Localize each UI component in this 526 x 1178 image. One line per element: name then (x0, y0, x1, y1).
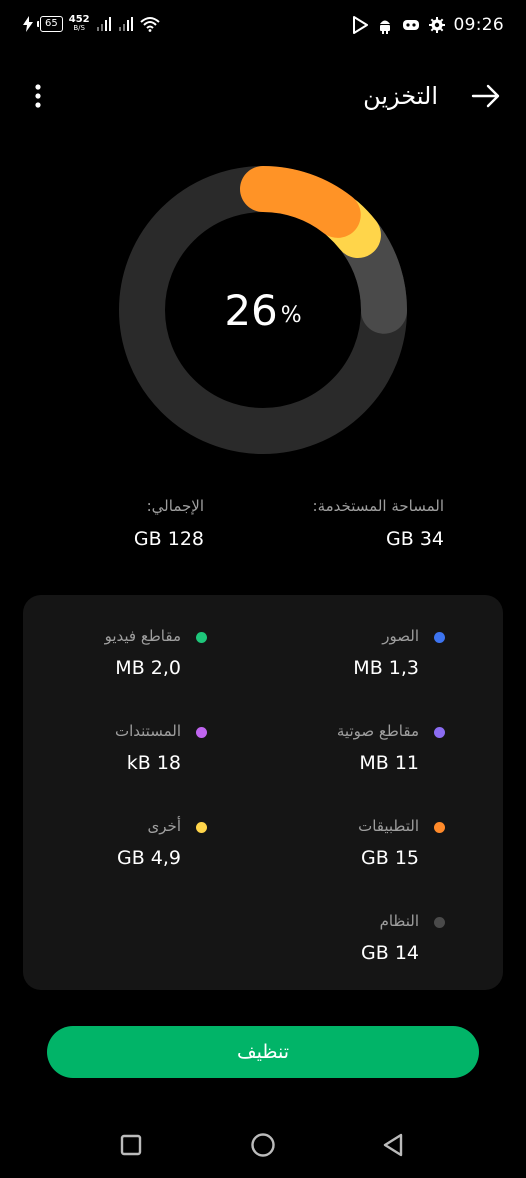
app-header: التخزين (0, 70, 526, 122)
net-speed: 452 B/S (69, 15, 90, 33)
category-color-dot (196, 632, 207, 643)
battery-icon: 65 (37, 16, 63, 32)
signal-icon (118, 16, 134, 32)
home-circle-icon (251, 1133, 275, 1157)
category-color-dot (196, 822, 207, 833)
back-triangle-icon (383, 1133, 403, 1157)
signal-icon (96, 16, 112, 32)
more-vertical-icon (35, 84, 41, 108)
category-other[interactable]: أخرى 4,9 GB (0, 817, 207, 887)
status-bar-left: 65 452 B/S (22, 15, 160, 33)
storage-categories-card: الصور 1,3 MB مقاطع فيديو 2,0 MB مقاطع صو… (23, 595, 503, 990)
usage-percent-value: 26 (224, 285, 278, 335)
clock: 09:26 (453, 15, 504, 35)
recent-apps-button[interactable] (114, 1128, 148, 1162)
charging-bolt-icon (22, 16, 34, 32)
category-value: 4,9 GB (116, 847, 181, 869)
net-speed-unit: B/S (73, 24, 85, 32)
used-space-label: المساحة المستخدمة: (312, 497, 444, 515)
status-bar: 65 452 B/S 09:26 (0, 0, 526, 52)
category-label: مقاطع فيديو (104, 627, 181, 645)
category-label: النظام (379, 912, 419, 930)
battery-level: 65 (45, 18, 58, 29)
usage-percent-sign: % (280, 302, 302, 328)
recent-apps-square-icon (120, 1134, 142, 1156)
category-audio[interactable]: مقاطع صوتية 11 MB (215, 722, 445, 792)
back-button[interactable] (468, 78, 504, 114)
category-value: 2,0 MB (115, 657, 181, 679)
clean-button[interactable]: تنظيف (47, 1026, 479, 1078)
category-label: الصور (382, 627, 419, 645)
category-color-dot (434, 632, 445, 643)
category-label: مقاطع صوتية (336, 722, 419, 740)
wifi-icon (139, 16, 160, 32)
category-documents[interactable]: المستندات 18 kB (0, 722, 207, 792)
category-value: 18 kB (126, 752, 181, 774)
usage-percent: 26 % (118, 165, 408, 455)
category-system[interactable]: النظام 14 GB (215, 912, 445, 982)
category-label: التطبيقات (358, 817, 419, 835)
category-color-dot (434, 822, 445, 833)
category-videos[interactable]: مقاطع فيديو 2,0 MB (0, 627, 207, 697)
total-space-value: 128 GB (133, 528, 204, 550)
total-space-label: الإجمالي: (146, 497, 204, 515)
category-label: المستندات (114, 722, 181, 740)
category-value: 1,3 MB (353, 657, 419, 679)
category-color-dot (434, 917, 445, 928)
home-button[interactable] (246, 1128, 280, 1162)
game-controller-icon (402, 18, 420, 32)
storage-donut-chart: 26 % (118, 165, 408, 455)
category-label: أخرى (147, 817, 181, 835)
category-photos[interactable]: الصور 1,3 MB (215, 627, 445, 697)
category-color-dot (196, 727, 207, 738)
status-bar-right: 09:26 (352, 15, 505, 35)
category-value: 11 MB (359, 752, 419, 774)
play-store-icon (352, 16, 368, 34)
arrow-right-icon (471, 84, 500, 108)
settings-gear-icon (428, 17, 445, 33)
used-space-value: 34 GB (386, 528, 444, 550)
category-value: 15 GB (361, 847, 419, 869)
back-nav-button[interactable] (376, 1128, 410, 1162)
category-value: 14 GB (361, 942, 419, 964)
more-options-button[interactable] (26, 78, 50, 114)
category-apps[interactable]: التطبيقات 15 GB (215, 817, 445, 887)
android-icon (377, 16, 393, 34)
system-nav-bar (0, 1110, 526, 1178)
page-title: التخزين (363, 82, 438, 110)
net-speed-value: 452 (68, 14, 90, 25)
category-color-dot (434, 727, 445, 738)
